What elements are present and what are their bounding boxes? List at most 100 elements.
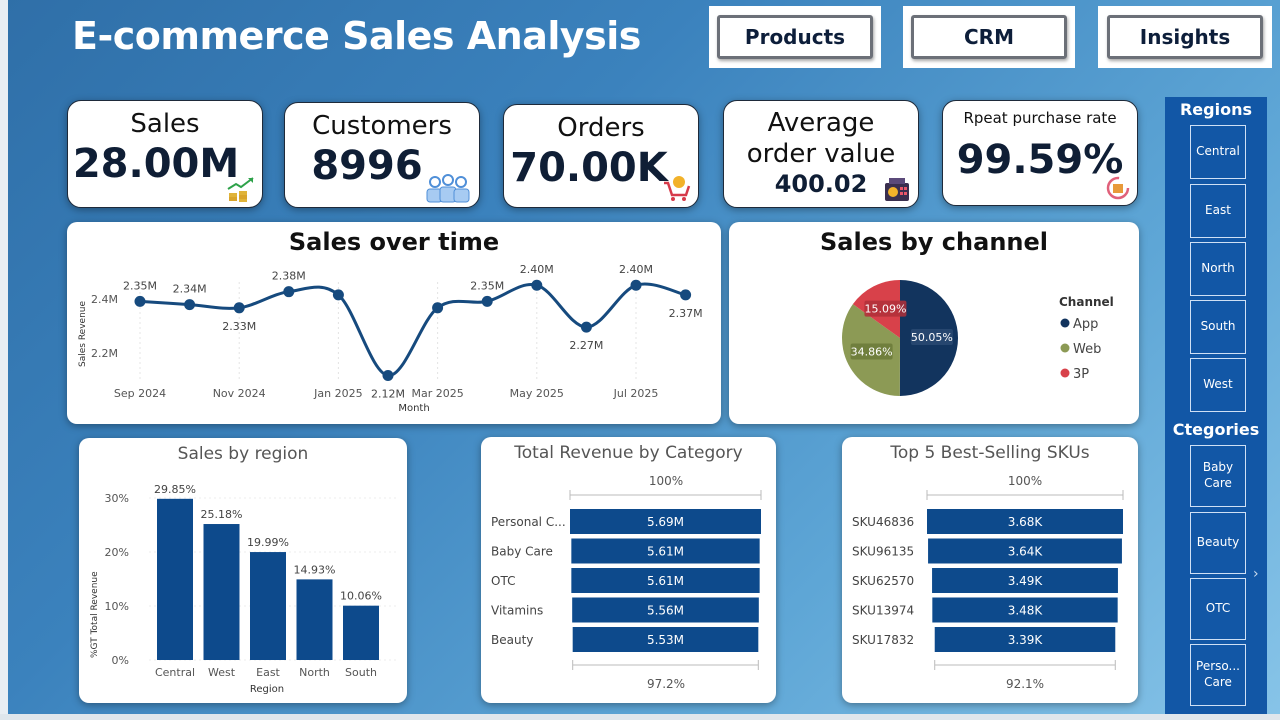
region-y-axis-label: %GT Total Revenue — [90, 571, 100, 658]
sales-by-region-card: Sales by region %GT Total Revenue Region… — [79, 438, 407, 703]
kpi-customers-card: Customers 8996 — [284, 102, 480, 208]
region-data-label: 25.18% — [201, 508, 243, 521]
nav-crm-label: CRM — [911, 15, 1067, 59]
line-data-label: 2.40M — [619, 263, 653, 276]
line-point — [134, 295, 146, 307]
funnel-category-label: Personal C... — [491, 515, 566, 529]
chevron-right-icon[interactable]: › — [1253, 566, 1259, 582]
sales-by-region-chart: %GT Total Revenue Region 30% 20% 10% 0% 29.8… — [90, 483, 397, 695]
left-edge — [0, 0, 8, 720]
sales-by-channel-card: Sales by channel Channel 50.05% 34.86% 15.… — [729, 222, 1139, 424]
line-x-tick: Jul 2025 — [613, 387, 659, 400]
slicer-region-south[interactable]: South — [1190, 300, 1246, 354]
pie-legend-label: App — [1073, 317, 1098, 332]
shopping-cart-icon — [664, 176, 691, 201]
region-bar-north — [296, 579, 333, 660]
region-x-tick: West — [208, 666, 236, 679]
sku-top-label: 100% — [1008, 474, 1042, 488]
region-data-label: 29.85% — [154, 483, 196, 496]
filter-sidebar: Regions Central East North South West Ct… — [1165, 97, 1267, 715]
funnel-category-label: OTC — [491, 574, 515, 588]
line-x-tick: Jan 2025 — [313, 387, 362, 400]
dashboard-title: E-commerce Sales Analysis — [72, 14, 641, 58]
line-data-label: 2.12M — [371, 388, 405, 401]
nav-insights-label: Insights — [1107, 15, 1263, 59]
region-x-axis-label: Region — [250, 684, 284, 695]
region-x-tick: East — [256, 666, 280, 679]
region-x-tick: North — [299, 666, 330, 679]
region-x-tick: South — [345, 666, 377, 679]
category-bottom-label: 97.2% — [647, 677, 685, 691]
slicer-region-east[interactable]: East — [1190, 184, 1246, 238]
kpi-orders-card: Orders 70.00K — [503, 104, 699, 208]
slicer-category-beauty[interactable]: Beauty — [1190, 512, 1246, 574]
line-data-label: 2.38M — [272, 270, 306, 283]
pie-legend-dot — [1060, 343, 1070, 353]
regions-slicer-title: Regions — [1179, 100, 1252, 119]
line-y-tick-2-2m: 2.2M — [91, 347, 118, 360]
revenue-by-category-chart: 100% 97.2% 5.69M Personal C... 5.61M Baby C… — [491, 474, 762, 691]
funnel-category-label: Beauty — [491, 633, 533, 647]
slicer-category-personal-care[interactable]: Perso... Care — [1190, 644, 1246, 706]
region-bar-east — [250, 552, 286, 660]
funnel-category-label: SKU46836 — [852, 515, 914, 529]
line-x-tick: Mar 2025 — [411, 387, 463, 400]
pie-data-label: 34.86% — [851, 346, 893, 359]
repeat-box-icon — [1106, 176, 1130, 200]
nav-products-button[interactable]: Products — [709, 6, 881, 68]
line-x-tick: Nov 2024 — [213, 387, 266, 400]
line-point — [580, 321, 592, 333]
funnel-data-label: 3.39K — [1008, 633, 1044, 647]
line-data-label: 2.35M — [123, 279, 157, 292]
sales-over-time-chart: Sales Revenue 2.4M 2.2M Month Sep 2024 No… — [78, 263, 703, 414]
line-point — [332, 289, 344, 301]
slicer-category-otc[interactable]: OTC — [1190, 578, 1246, 640]
line-x-tick: Sep 2024 — [114, 387, 166, 400]
nav-crm-button[interactable]: CRM — [903, 6, 1075, 68]
kpi-sales-value: 28.00M — [72, 141, 240, 187]
kpi-aov-card: Average order value 400.02 — [723, 100, 919, 208]
funnel-data-label: 5.61M — [647, 545, 684, 559]
line-point — [630, 279, 642, 291]
nav-insights-button[interactable]: Insights — [1098, 6, 1272, 68]
funnel-data-label: 5.61M — [647, 574, 684, 588]
pie-data-label: 15.09% — [864, 303, 906, 316]
funnel-data-label: 5.69M — [647, 515, 684, 529]
line-x-axis-label: Month — [398, 403, 429, 414]
line-data-label: 2.37M — [669, 307, 703, 320]
pie-data-label: 50.05% — [911, 331, 953, 344]
line-point — [382, 370, 394, 382]
categories-slicer-title: Ctegories — [1172, 420, 1260, 439]
slicer-region-central[interactable]: Central — [1190, 125, 1246, 179]
region-bar-west — [203, 524, 240, 660]
top-skus-chart: 100% 92.1% 3.68K SKU46836 3.64K SKU96135 3.4… — [852, 474, 1124, 691]
line-y-tick-2-4m: 2.4M — [91, 293, 118, 306]
funnel-category-label: Vitamins — [491, 604, 543, 618]
funnel-category-label: Baby Care — [491, 545, 553, 559]
line-data-label: 2.27M — [569, 339, 603, 352]
region-y-tick: 0% — [112, 654, 129, 667]
slicer-region-north[interactable]: North — [1190, 242, 1246, 296]
kpi-aov-label-2: order value — [746, 139, 896, 169]
line-data-label: 2.40M — [520, 263, 554, 276]
category-top-label: 100% — [649, 474, 683, 488]
region-data-label: 14.93% — [294, 563, 336, 576]
kpi-repeat-card: Rpeat purchase rate 99.59% — [942, 100, 1138, 206]
funnel-data-label: 3.68K — [1008, 515, 1044, 529]
funnel-data-label: 3.64K — [1008, 545, 1044, 559]
slicer-category-baby-care[interactable]: Baby Care — [1190, 445, 1246, 507]
funnel-data-label: 3.49K — [1008, 574, 1044, 588]
funnel-data-label: 3.48K — [1008, 604, 1044, 618]
line-point — [432, 302, 444, 314]
kpi-orders-value: 70.00K — [510, 145, 668, 191]
line-x-tick: May 2025 — [510, 387, 564, 400]
kpi-orders-label: Orders — [557, 113, 645, 143]
sales-by-channel-chart: Channel 50.05% 34.86% 15.09% App Web 3P — [842, 280, 1114, 396]
funnel-category-label: SKU62570 — [852, 574, 914, 588]
slicer-region-west[interactable]: West — [1190, 358, 1246, 412]
line-point — [680, 289, 692, 301]
kpi-sales-card: Sales 28.00M — [67, 100, 263, 208]
sku-bottom-label: 92.1% — [1006, 677, 1044, 691]
line-data-label: 2.33M — [222, 320, 256, 333]
funnel-data-label: 5.56M — [647, 604, 684, 618]
